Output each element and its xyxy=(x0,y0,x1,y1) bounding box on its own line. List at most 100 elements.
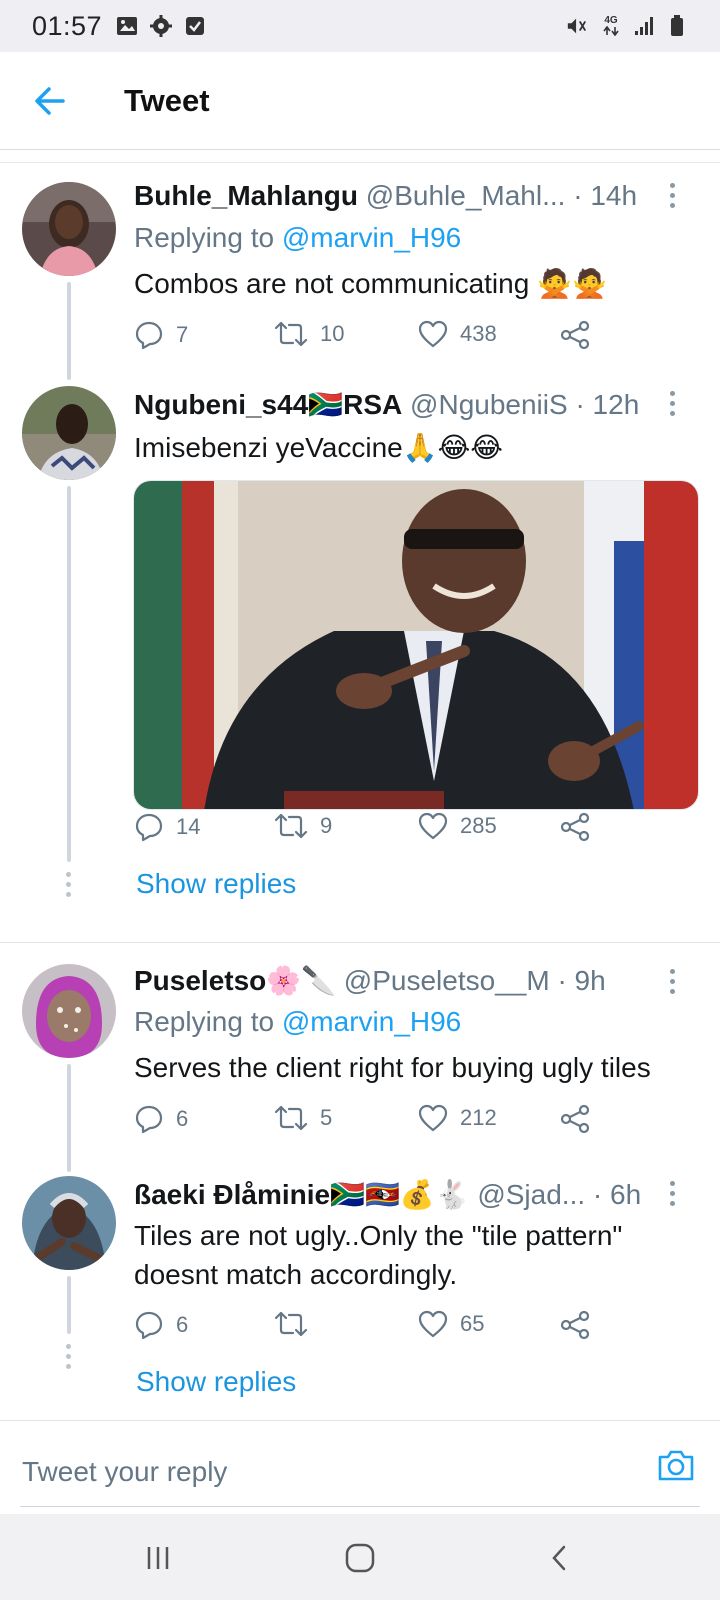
network-label: 4G xyxy=(604,15,618,26)
show-replies-link[interactable]: Show replies xyxy=(136,868,296,900)
retweet-icon xyxy=(274,813,308,839)
mention-link[interactable]: @marvin_H96 xyxy=(282,1006,461,1037)
avatar[interactable] xyxy=(22,182,116,276)
avatar[interactable] xyxy=(22,964,116,1058)
username[interactable]: @NgubeniiS xyxy=(410,389,568,420)
reply-button[interactable]: 14 xyxy=(134,812,200,842)
checkbox-icon xyxy=(184,15,206,37)
like-count: 285 xyxy=(460,813,497,838)
share-button[interactable] xyxy=(560,1310,590,1340)
display-name[interactable]: Buhle_Mahlangu xyxy=(134,180,358,211)
home-button[interactable] xyxy=(340,1538,380,1578)
share-icon xyxy=(560,1104,590,1134)
reply-button[interactable]: 7 xyxy=(134,320,188,350)
reply-icon xyxy=(135,1105,163,1134)
arrow-left-icon xyxy=(35,86,65,115)
more-options-button[interactable] xyxy=(670,183,680,213)
timestamp: · 12h xyxy=(575,389,640,420)
replying-prefix: Replying to xyxy=(134,1006,282,1037)
share-icon xyxy=(560,812,590,842)
username[interactable]: @Buhle_Mahl... xyxy=(366,180,566,211)
more-options-button[interactable] xyxy=(670,969,680,999)
tweet-header: Buhle_Mahlangu @Buhle_Mahl... · 14h xyxy=(134,180,664,212)
chevron-left-icon xyxy=(552,1545,566,1571)
tweet-actions: 7 10 438 xyxy=(134,320,604,354)
more-options-button[interactable] xyxy=(670,391,680,421)
share-button[interactable] xyxy=(560,1104,590,1134)
thread-line xyxy=(67,282,71,380)
top-app-bar: Tweet xyxy=(0,52,720,150)
timestamp: · 14h xyxy=(573,180,638,211)
divider xyxy=(0,162,720,163)
like-button[interactable]: 65 xyxy=(418,1310,484,1338)
reply-input[interactable] xyxy=(20,1421,700,1507)
share-button[interactable] xyxy=(560,812,590,842)
replying-to: Replying to @marvin_H96 xyxy=(134,222,461,254)
reply-count: 6 xyxy=(176,1312,189,1337)
reply-icon xyxy=(135,1311,163,1340)
like-button[interactable]: 285 xyxy=(418,812,497,840)
tweet-text: Tiles are not ugly..Only the "tile patte… xyxy=(134,1220,623,1290)
reply-count: 14 xyxy=(176,814,201,839)
heart-icon xyxy=(418,812,448,840)
display-name[interactable]: Ngubeni_s44🇿🇦RSA xyxy=(134,389,402,420)
share-button[interactable] xyxy=(560,320,590,350)
recent-apps-button[interactable] xyxy=(138,1538,178,1578)
back-nav-button[interactable] xyxy=(540,1538,580,1578)
share-icon xyxy=(560,320,590,350)
mention-link[interactable]: @marvin_H96 xyxy=(282,222,461,253)
more-options-button[interactable] xyxy=(670,1181,680,1211)
thread-line xyxy=(67,1276,71,1334)
retweet-count: 9 xyxy=(320,813,333,838)
status-bar: 01:57 4G xyxy=(0,0,720,52)
avatar[interactable] xyxy=(22,386,116,480)
like-count: 65 xyxy=(460,1311,485,1336)
heart-icon xyxy=(418,1104,448,1132)
reply-button[interactable]: 6 xyxy=(134,1310,188,1340)
page-title: Tweet xyxy=(124,82,210,118)
heart-icon xyxy=(418,320,448,348)
retweet-button[interactable] xyxy=(274,1310,320,1338)
tweet-actions: 14 9 285 xyxy=(134,812,604,846)
like-button[interactable]: 212 xyxy=(418,1104,497,1132)
divider xyxy=(0,942,720,943)
thread-line xyxy=(67,486,71,862)
status-time: 01:57 xyxy=(32,10,103,41)
share-icon xyxy=(560,1310,590,1340)
retweet-button[interactable]: 5 xyxy=(274,1104,332,1132)
timestamp: · 9h xyxy=(557,965,606,996)
thread-dots xyxy=(66,1344,72,1374)
tweet-text: Imisebenzi yeVaccine🙏😂😂 xyxy=(134,432,504,463)
display-name[interactable]: Puseletso🌸🔪 xyxy=(134,965,336,996)
username[interactable]: @Sjad... xyxy=(477,1179,585,1210)
retweet-button[interactable]: 10 xyxy=(274,320,344,348)
image-icon xyxy=(116,15,138,37)
retweet-icon xyxy=(274,321,308,347)
like-count: 438 xyxy=(460,321,497,346)
4g-icon: 4G xyxy=(598,15,624,37)
home-icon xyxy=(345,1543,375,1573)
system-nav-bar xyxy=(0,1514,720,1600)
reply-button[interactable]: 6 xyxy=(134,1104,188,1134)
display-name[interactable]: ßaeki Ðlåminie🇿🇦🇸🇿💰🐇 xyxy=(134,1179,470,1210)
tweet-header: Puseletso🌸🔪 @Puseletso__M · 9h xyxy=(134,964,664,997)
tweet-image[interactable] xyxy=(133,480,699,810)
camera-button[interactable] xyxy=(656,1445,696,1485)
retweet-icon xyxy=(274,1105,308,1131)
back-button[interactable] xyxy=(20,71,80,131)
timestamp: · 6h xyxy=(592,1179,642,1210)
battery-icon xyxy=(666,15,688,37)
avatar[interactable] xyxy=(22,1176,116,1270)
mute-icon xyxy=(566,15,588,37)
thread-line xyxy=(67,1064,71,1172)
replying-prefix: Replying to xyxy=(134,222,282,253)
show-replies-link[interactable]: Show replies xyxy=(136,1366,296,1398)
retweet-button[interactable]: 9 xyxy=(274,812,332,840)
settings-icon xyxy=(150,15,173,37)
username[interactable]: @Puseletso__M xyxy=(344,965,550,996)
reply-count: 6 xyxy=(176,1106,189,1131)
replying-to: Replying to @marvin_H96 xyxy=(134,1006,461,1038)
camera-icon xyxy=(658,1450,694,1481)
like-button[interactable]: 438 xyxy=(418,320,497,348)
reply-icon xyxy=(135,813,163,842)
